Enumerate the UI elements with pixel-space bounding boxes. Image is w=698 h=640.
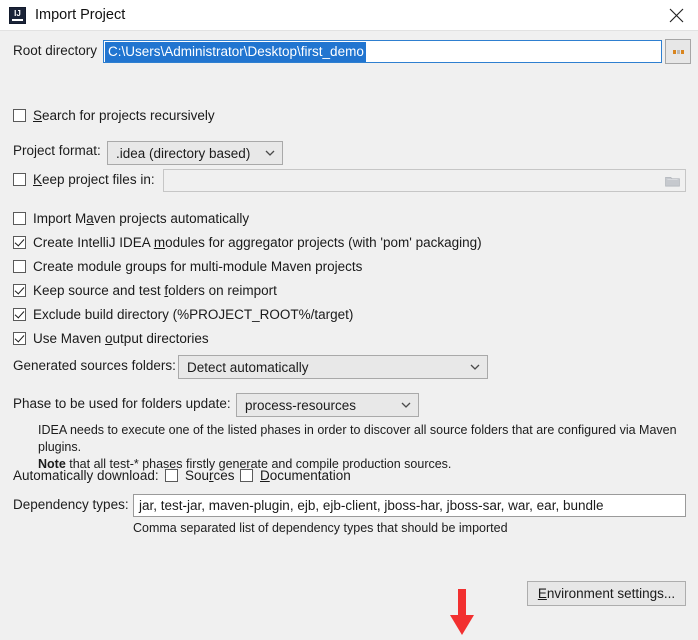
checkbox-box [240, 469, 253, 482]
dependency-types-input[interactable]: jar, test-jar, maven-plugin, ejb, ejb-cl… [133, 494, 686, 517]
project-format-value: .idea (directory based) [116, 145, 251, 161]
use-maven-output-directories-label: Use Maven output directories [33, 331, 209, 346]
create-idea-modules-aggregator-label: Create IntelliJ IDEA modules for aggrega… [33, 235, 482, 250]
checkbox-box [13, 308, 26, 321]
keep-project-files-input [163, 169, 686, 192]
keep-project-files-label: Keep project files in: [33, 172, 155, 187]
generated-sources-label-row: Generated sources folders: [13, 358, 176, 373]
title-bar: IJ Import Project [0, 0, 698, 31]
download-documentation-label: Documentation [260, 468, 351, 483]
intellij-idea-icon: IJ [9, 6, 26, 24]
search-recursively-label: Search for projects recursively [33, 108, 215, 123]
root-directory-value: C:\Users\Administrator\Desktop\first_dem… [105, 41, 366, 62]
use-maven-output-directories-checkbox[interactable]: Use Maven output directories [13, 331, 209, 346]
intellij-idea-icon-text: IJ [14, 8, 21, 18]
dependency-types-value: jar, test-jar, maven-plugin, ejb, ejb-cl… [139, 498, 604, 513]
create-module-groups-label: Create module groups for multi-module Ma… [33, 259, 363, 274]
checkbox-box [165, 469, 178, 482]
checkbox-box [13, 260, 26, 273]
project-format-label-row: Project format: [13, 143, 101, 158]
chevron-down-icon [401, 402, 411, 408]
keep-project-files-checkbox[interactable]: Keep project files in: [13, 172, 155, 187]
checkbox-box [13, 332, 26, 345]
generated-sources-value: Detect automatically [187, 359, 309, 375]
chevron-down-icon [265, 150, 275, 156]
exclude-build-directory-checkbox[interactable]: Exclude build directory (%PROJECT_ROOT%/… [13, 307, 353, 322]
root-directory-label: Root directory [13, 43, 98, 58]
import-maven-automatically-label: Import Maven projects automatically [33, 211, 250, 226]
auto-download-label: Automatically download: [13, 468, 159, 483]
checkbox-box [13, 236, 26, 249]
phase-value: process-resources [245, 397, 357, 413]
root-directory-input[interactable]: C:\Users\Administrator\Desktop\first_dem… [103, 40, 662, 63]
create-module-groups-checkbox[interactable]: Create module groups for multi-module Ma… [13, 259, 362, 274]
ellipsis-icon [672, 49, 684, 54]
import-maven-automatically-checkbox[interactable]: Import Maven projects automatically [13, 211, 249, 226]
search-recursively-checkbox[interactable]: Search for projects recursively [13, 108, 215, 123]
watermark: https://blog.csdn.net/weixin_43409354 [236, 635, 697, 640]
intellij-idea-icon-bar [12, 18, 23, 21]
phase-note: IDEA needs to execute one of the listed … [38, 422, 690, 473]
red-down-arrow-icon [450, 589, 474, 635]
phase-label-row: Phase to be used for folders update: [13, 396, 231, 411]
phase-label: Phase to be used for folders update: [13, 396, 231, 411]
auto-download-label-row: Automatically download: [13, 468, 159, 483]
exclude-build-directory-label: Exclude build directory (%PROJECT_ROOT%/… [33, 307, 354, 322]
close-icon[interactable] [654, 0, 698, 31]
download-sources-label: Sources [185, 468, 235, 483]
folder-icon [665, 176, 680, 186]
environment-settings-label: Environment settings... [537, 586, 676, 601]
phase-note-line1: IDEA needs to execute one of the listed … [38, 423, 677, 454]
phase-select[interactable]: process-resources [236, 393, 419, 417]
dialog-body: Root directory C:\Users\Administrator\De… [0, 31, 698, 640]
project-format-select[interactable]: .idea (directory based) [107, 141, 283, 165]
download-sources-checkbox[interactable]: Sources [165, 468, 235, 483]
root-directory-label-row: Root directory [13, 43, 97, 58]
checkbox-box [13, 284, 26, 297]
import-project-dialog: IJ Import Project Root directory C:\User… [0, 0, 698, 640]
checkbox-box [13, 173, 26, 186]
dependency-types-label: Dependency types: [13, 497, 129, 512]
download-documentation-checkbox[interactable]: Documentation [240, 468, 351, 483]
dependency-types-label-row: Dependency types: [13, 497, 129, 512]
browse-directory-button[interactable] [665, 39, 691, 64]
chevron-down-icon [470, 364, 480, 370]
create-idea-modules-aggregator-checkbox[interactable]: Create IntelliJ IDEA modules for aggrega… [13, 235, 482, 250]
keep-source-test-folders-checkbox[interactable]: Keep source and test folders on reimport [13, 283, 277, 298]
dependency-types-hint: Comma separated list of dependency types… [133, 521, 508, 535]
generated-sources-label: Generated sources folders: [13, 358, 176, 373]
window-title: Import Project [35, 7, 126, 23]
checkbox-box [13, 212, 26, 225]
project-format-label: Project format: [13, 143, 101, 158]
generated-sources-select[interactable]: Detect automatically [178, 355, 488, 379]
checkbox-box [13, 109, 26, 122]
keep-source-test-folders-label: Keep source and test folders on reimport [33, 283, 277, 298]
environment-settings-button[interactable]: Environment settings... [527, 581, 686, 606]
